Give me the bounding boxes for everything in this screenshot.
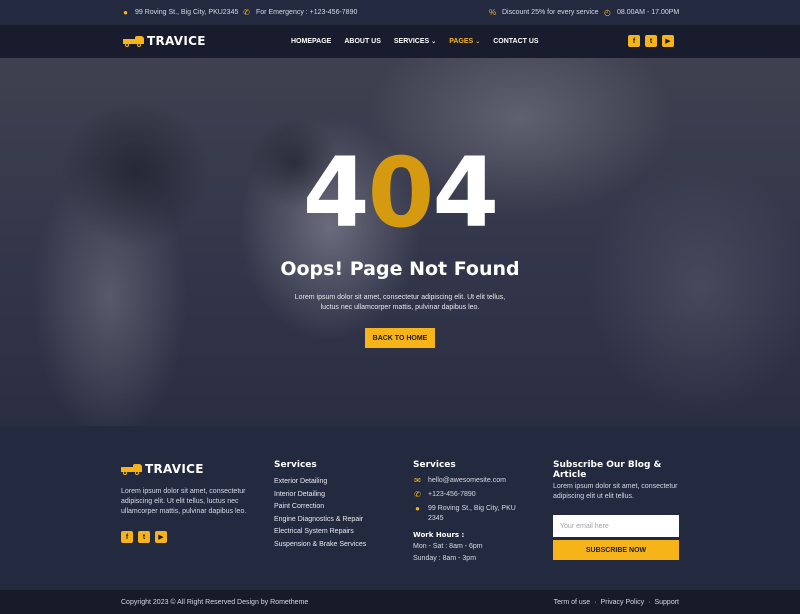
- back-to-home-button[interactable]: BACK TO HOME: [365, 328, 435, 348]
- facebook-icon[interactable]: f: [628, 35, 640, 47]
- page-title: Oops! Page Not Found: [280, 258, 520, 280]
- subscribe-button[interactable]: SUBSCRIBE NOW: [553, 540, 679, 560]
- hours-sunday: Sunday : 8am - 3pm: [413, 555, 477, 562]
- nav-menu: HOMEPAGE ABOUT US SERVICES ⌄ PAGES ⌄ CONTA…: [291, 25, 552, 58]
- chevron-down-icon: ⌄: [475, 39, 481, 45]
- topbar-discount: % Discount 25% for every service: [488, 0, 599, 25]
- footer-service-link[interactable]: Exterior Detailing: [274, 476, 394, 489]
- twitter-icon[interactable]: t: [645, 35, 657, 47]
- clock-icon: ◴: [604, 8, 611, 17]
- nav-item-label: ABOUT US: [344, 38, 381, 45]
- footer-service-link[interactable]: Paint Correction: [274, 501, 394, 514]
- footer-phone[interactable]: ✆ +123-456-7890: [413, 490, 533, 500]
- footer-brand-name: TRAVICE: [145, 462, 204, 476]
- phone-icon: ✆: [243, 8, 250, 17]
- nav-item-homepage[interactable]: HOMEPAGE: [291, 38, 331, 45]
- footer-contact: Services ✉ hello@awesomesite.com ✆ +123-…: [413, 426, 533, 565]
- footer-subscribe: Subscribe Our Blog & Article Lorem ipsum…: [553, 426, 681, 560]
- facebook-icon[interactable]: f: [121, 531, 133, 543]
- brand-name: TRAVICE: [147, 34, 206, 48]
- hero-description: Lorem ipsum dolor sit amet, consectetur …: [294, 294, 506, 311]
- topbar-emergency-text: For Emergency : +123-456-7890: [256, 9, 358, 16]
- footer-contact-heading: Services: [413, 460, 456, 470]
- copyright: Copyright 2023 © All Right Reserved Desi…: [121, 598, 309, 606]
- term-of-use-link[interactable]: Term of use: [554, 599, 591, 606]
- footer-service-link[interactable]: Engine Diagnostics & Repair: [274, 514, 394, 527]
- brand-logo[interactable]: TRAVICE: [123, 34, 206, 48]
- footer-services-heading: Services: [274, 460, 317, 470]
- youtube-icon[interactable]: ▶: [155, 531, 167, 543]
- nav-socials: f t ▶: [628, 35, 674, 47]
- tow-truck-icon: [121, 463, 143, 475]
- bottom-bar: Copyright 2023 © All Right Reserved Desi…: [0, 590, 800, 614]
- nav-item-pages[interactable]: PAGES ⌄: [449, 38, 480, 45]
- map-pin-icon: ●: [415, 504, 420, 513]
- footer-socials: f t ▶: [121, 531, 251, 543]
- subscribe-heading: Subscribe Our Blog & Article: [553, 460, 662, 480]
- privacy-policy-link[interactable]: Privacy Policy: [601, 599, 645, 606]
- email-input[interactable]: Your email here: [553, 515, 679, 537]
- nav-item-contact[interactable]: CONTACT US: [493, 38, 538, 45]
- nav-item-label: HOMEPAGE: [291, 38, 332, 45]
- footer-email[interactable]: ✉ hello@awesomesite.com: [413, 476, 533, 486]
- footer-phone-text: +123-456-7890: [428, 491, 476, 498]
- footer-about-text: Lorem ipsum dolor sit amet, consectetur …: [121, 488, 247, 515]
- nav-item-about[interactable]: ABOUT US: [344, 38, 381, 45]
- footer-service-link[interactable]: Electrical System Repairs: [274, 526, 394, 539]
- topbar-hours-text: 08.00AM - 17.00PM: [617, 9, 680, 16]
- phone-icon: ✆: [414, 490, 421, 499]
- youtube-icon[interactable]: ▶: [662, 35, 674, 47]
- link-separator: ·: [594, 598, 597, 606]
- main-navbar: TRAVICE HOMEPAGE ABOUT US SERVICES ⌄ PAGE…: [0, 25, 800, 58]
- error-code: 404: [0, 138, 800, 248]
- subscribe-text: Lorem ipsum dolor sit amet, consectetur …: [553, 483, 678, 500]
- twitter-icon[interactable]: t: [138, 531, 150, 543]
- map-pin-icon: ●: [123, 8, 128, 17]
- hours-weekday: Mon - Sat : 8am - 6pm: [413, 543, 483, 550]
- nav-item-label: PAGES: [449, 38, 474, 45]
- topbar-discount-text: Discount 25% for every service: [502, 9, 599, 16]
- error-digit: 4: [432, 137, 499, 249]
- topbar-hours: ◴ 08.00AM - 17.00PM: [603, 0, 679, 25]
- error-digit: 4: [302, 137, 370, 249]
- nav-item-label: CONTACT US: [493, 38, 539, 45]
- hero-404: 404 Oops! Page Not Found Lorem ipsum dol…: [0, 58, 800, 426]
- legal-links: Term of use · Privacy Policy · Support: [554, 590, 679, 614]
- footer: TRAVICE Lorem ipsum dolor sit amet, cons…: [0, 426, 800, 590]
- percent-icon: %: [488, 8, 497, 17]
- error-digit-accent: 0: [367, 137, 435, 249]
- topbar-address: ● 99 Roving St., Big City, PKU2345: [121, 0, 238, 25]
- support-link[interactable]: Support: [654, 599, 679, 606]
- footer-logo[interactable]: TRAVICE: [121, 462, 251, 476]
- topbar-address-text: 99 Roving St., Big City, PKU2345: [135, 9, 239, 16]
- top-info-bar: ● 99 Roving St., Big City, PKU2345 ✆ For…: [0, 0, 800, 25]
- footer-email-text: hello@awesomesite.com: [428, 477, 506, 484]
- tow-truck-icon: [123, 35, 145, 47]
- topbar-emergency: ✆ For Emergency : +123-456-7890: [242, 0, 357, 25]
- link-separator: ·: [648, 598, 651, 606]
- footer-services-list: Exterior Detailing Interior Detailing Pa…: [274, 476, 394, 551]
- nav-item-services[interactable]: SERVICES ⌄: [394, 38, 436, 45]
- chevron-down-icon: ⌄: [431, 39, 437, 45]
- nav-item-label: SERVICES: [393, 38, 430, 45]
- footer-services: Services Exterior Detailing Interior Det…: [274, 426, 394, 551]
- mail-icon: ✉: [414, 476, 421, 485]
- footer-about: TRAVICE Lorem ipsum dolor sit amet, cons…: [121, 426, 251, 543]
- footer-service-link[interactable]: Interior Detailing: [274, 489, 394, 502]
- work-hours-heading: Work Hours :: [413, 531, 465, 539]
- footer-service-link[interactable]: Suspension & Brake Services: [274, 539, 394, 552]
- footer-address: ● 99 Roving St., Big City, PKU 2345: [413, 504, 533, 524]
- footer-address-text: 99 Roving St., Big City, PKU 2345: [428, 505, 516, 522]
